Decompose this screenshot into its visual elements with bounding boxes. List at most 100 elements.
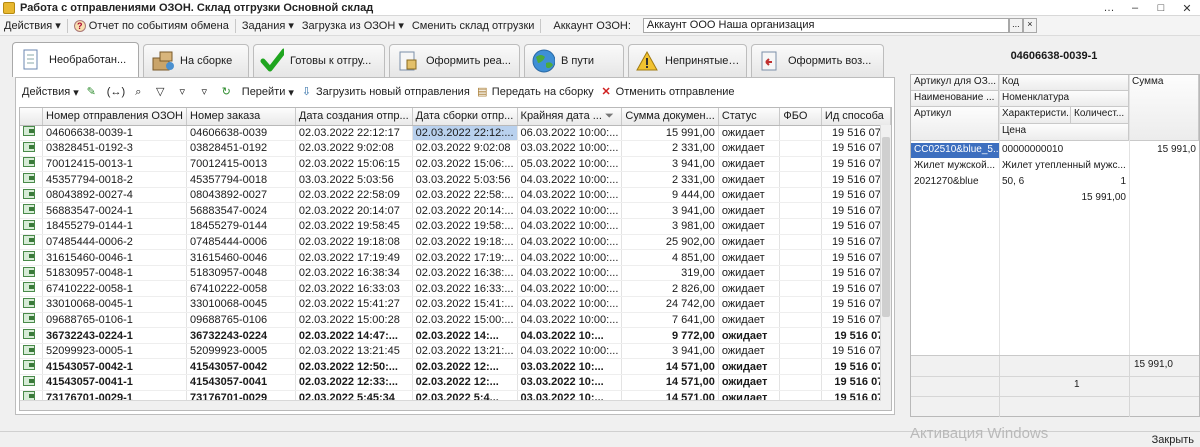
cell-status[interactable]: ожидает [718, 296, 781, 313]
cell-assembly[interactable]: 02.03.2022 19:18:... [412, 234, 518, 251]
item-characteristic[interactable]: 50, 6 [999, 175, 1071, 190]
cell-fbo[interactable] [779, 343, 822, 360]
menu-change-warehouse[interactable]: Сменить склад отгрузки [408, 20, 539, 32]
cell-fbo[interactable] [779, 171, 822, 188]
cell-order[interactable]: 67410222-0058 [186, 280, 296, 298]
column-header[interactable]: Количест... [1071, 107, 1129, 124]
column-header[interactable]: Номенклатура [999, 91, 1129, 107]
column-header[interactable]: Артикул для ОЗ... [911, 75, 999, 91]
cell-order[interactable]: 07485444-0006 [186, 234, 296, 251]
cell-order[interactable]: 31615460-0046 [186, 249, 296, 266]
column-header[interactable]: Характеристи... [999, 107, 1071, 124]
cell-created[interactable]: 02.03.2022 19:18:08 [295, 234, 413, 251]
tab-unprocessed[interactable]: Необработан... [12, 42, 139, 77]
cell-num[interactable]: 51830957-0048-1 [42, 265, 188, 282]
table-row[interactable]: 67410222-0058-1 67410222-0058 02.03.2022 1… [20, 280, 891, 298]
column-header[interactable]: Артикул [911, 107, 999, 141]
cell-created[interactable]: 02.03.2022 20:14:07 [295, 202, 413, 220]
cell-sum[interactable]: 14 571,00 [621, 358, 719, 375]
cell-deadline[interactable]: 04.03.2022 10:00:... [517, 171, 623, 188]
column-header[interactable]: Наименование ... [911, 91, 999, 107]
cell-assembly[interactable]: 02.03.2022 15:06:... [412, 156, 518, 173]
cell-order[interactable]: 52099923-0005 [186, 343, 296, 360]
cell-sum[interactable]: 2 331,00 [621, 171, 719, 188]
cell-assembly[interactable]: 02.03.2022 12:... [412, 374, 518, 391]
cell-num[interactable]: 36732243-0224-1 [42, 327, 188, 344]
cell-created[interactable]: 02.03.2022 16:38:34 [295, 265, 413, 282]
cell-num[interactable]: 56883547-0024-1 [42, 202, 188, 220]
find-icon[interactable]: ⌕ [129, 86, 151, 99]
cell-order[interactable]: 51830957-0048 [186, 265, 296, 282]
table-row[interactable]: 45357794-0018-2 45357794-0018 03.03.2022 5… [20, 171, 891, 188]
column-header[interactable]: Номер заказа [186, 108, 296, 126]
table-row[interactable]: 41543057-0042-1 41543057-0042 02.03.2022 1… [20, 358, 891, 375]
cell-deadline[interactable]: 06.03.2022 10:00:... [517, 125, 623, 142]
cell-fbo[interactable] [779, 296, 822, 313]
cell-fbo[interactable] [779, 280, 822, 298]
cell-order[interactable]: 08043892-0027 [186, 187, 296, 204]
row-icon-cell[interactable] [20, 358, 44, 375]
edit-icon[interactable]: ✎ [82, 86, 104, 99]
send-to-assembly-button[interactable]: ▤ Передать на сборку [473, 86, 597, 99]
cell-assembly[interactable]: 02.03.2022 19:58:... [412, 218, 518, 235]
minimize-button[interactable]: – [1122, 0, 1148, 16]
cell-assembly[interactable]: 02.03.2022 12:... [412, 358, 518, 375]
cell-deadline[interactable]: 04.03.2022 10:00:... [517, 187, 623, 204]
cell-created[interactable]: 02.03.2022 15:00:28 [295, 312, 413, 329]
cell-assembly[interactable]: 03.03.2022 5:03:56 [412, 171, 518, 188]
row-icon-cell[interactable] [20, 343, 44, 360]
cell-sum[interactable]: 2 826,00 [621, 280, 719, 298]
column-header[interactable]: Дата сборки отпр... [412, 108, 518, 126]
menu-report[interactable]: ? Отчет по событиям обмена [70, 19, 233, 32]
cell-deadline[interactable]: 04.03.2022 10:00:... [517, 249, 623, 266]
cell-fbo[interactable] [779, 125, 822, 142]
cell-status[interactable]: ожидает [718, 156, 781, 173]
cell-sum[interactable]: 24 742,00 [621, 296, 719, 313]
column-header[interactable]: Цена [999, 124, 1129, 141]
table-row[interactable]: 33010068-0045-1 33010068-0045 02.03.2022 1… [20, 296, 891, 313]
cancel-shipment-button[interactable]: ✕ Отменить отправление [597, 86, 738, 99]
cell-num[interactable]: 07485444-0006-2 [42, 234, 188, 251]
row-icon-cell[interactable] [20, 156, 44, 173]
cell-assembly[interactable]: 02.03.2022 20:14:... [412, 202, 518, 220]
cell-num[interactable]: 33010068-0045-1 [42, 296, 188, 313]
cell-fbo[interactable] [779, 249, 822, 266]
column-header[interactable]: ФБО [779, 108, 822, 126]
cell-num[interactable]: 08043892-0027-4 [42, 187, 188, 204]
link-icon[interactable]: (↔) [104, 86, 129, 99]
table-row[interactable]: 56883547-0024-1 56883547-0024 02.03.2022 2… [20, 202, 891, 220]
cell-created[interactable]: 02.03.2022 9:02:08 [295, 140, 413, 157]
table-row[interactable]: 09688765-0106-1 09688765-0106 02.03.2022 1… [20, 312, 891, 329]
tab-assembly[interactable]: На сборке [143, 44, 249, 77]
cell-order[interactable]: 33010068-0045 [186, 296, 296, 313]
filter-list-icon[interactable]: ▿ [173, 86, 195, 99]
item-nomenclature[interactable]: Жилет утепленный мужс... [999, 159, 1129, 174]
table-row[interactable]: 70012415-0013-1 70012415-0013 02.03.2022 1… [20, 156, 891, 173]
cell-order[interactable]: 09688765-0106 [186, 312, 296, 329]
account-select-button[interactable]: ... [1008, 18, 1023, 33]
cell-status[interactable]: ожидает [718, 358, 781, 375]
tab-ready[interactable]: Готовы к отгру... [253, 44, 385, 77]
table-row[interactable]: 07485444-0006-2 07485444-0006 02.03.2022 1… [20, 234, 891, 251]
scroll-thumb[interactable] [882, 137, 890, 317]
row-icon-cell[interactable] [20, 374, 44, 391]
cell-sum[interactable]: 9 444,00 [621, 187, 719, 204]
cell-sum[interactable]: 3 941,00 [621, 156, 719, 173]
cell-sum[interactable]: 3 941,00 [621, 343, 719, 360]
cell-assembly[interactable]: 02.03.2022 22:58:... [412, 187, 518, 204]
column-header[interactable]: Номер отправления ОЗОН [42, 108, 188, 126]
cell-created[interactable]: 03.03.2022 5:03:56 [295, 171, 413, 188]
cell-assembly[interactable]: 02.03.2022 16:38:... [412, 265, 518, 282]
tab-in-transit[interactable]: В пути [524, 44, 624, 77]
cell-created[interactable]: 02.03.2022 17:19:49 [295, 249, 413, 266]
item-sum[interactable]: 15 991,0 [1129, 143, 1199, 158]
column-header[interactable]: Код [999, 75, 1129, 91]
cell-deadline[interactable]: 04.03.2022 10:00:... [517, 343, 623, 360]
close-button[interactable]: Закрыть [1152, 434, 1194, 446]
table-row[interactable]: 31615460-0046-1 31615460-0046 02.03.2022 1… [20, 249, 891, 266]
cell-deadline[interactable]: 04.03.2022 10:00:... [517, 234, 623, 251]
cell-num[interactable]: 03828451-0192-3 [42, 140, 188, 157]
cell-order[interactable]: 36732243-0224 [186, 327, 296, 344]
cell-num[interactable]: 31615460-0046-1 [42, 249, 188, 266]
menu-tasks[interactable]: Задания ▾ [238, 19, 298, 32]
